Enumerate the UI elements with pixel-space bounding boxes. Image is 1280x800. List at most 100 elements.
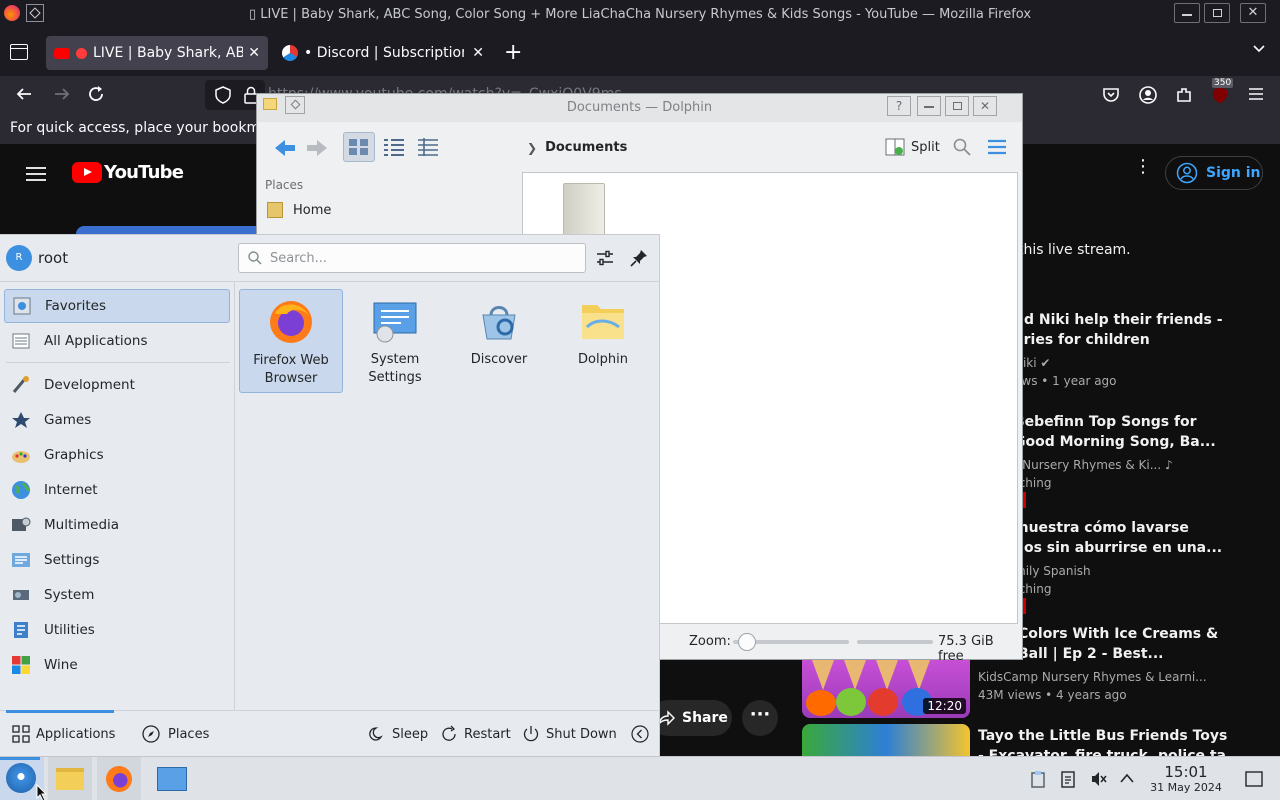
icons-view-button[interactable] [343, 132, 375, 162]
account-icon[interactable] [1139, 86, 1157, 104]
restart-button[interactable]: Restart [440, 725, 511, 743]
list-item[interactable]: muestra cómo lavarse nos sin aburrirse e… [1014, 518, 1222, 598]
forward-icon[interactable] [52, 84, 72, 104]
more-power-options-icon[interactable] [631, 725, 649, 743]
restore-button[interactable] [1204, 3, 1230, 23]
category-wine[interactable]: Wine [4, 648, 230, 682]
tracking-protection-icon[interactable] [215, 86, 231, 104]
more-actions-button[interactable]: ··· [742, 700, 778, 736]
close-window-button[interactable]: ✕ [1240, 3, 1266, 23]
places-item-home[interactable]: Home [267, 202, 331, 218]
youtube-menu-icon[interactable] [26, 166, 46, 182]
rec-channel: mily Spanish [1014, 564, 1091, 578]
category-system[interactable]: System [4, 578, 230, 612]
details-view-icon[interactable] [417, 138, 439, 156]
tab-applications[interactable]: Applications [12, 725, 115, 743]
rec-title: muestra cómo lavarse [1014, 520, 1189, 536]
zoom-slider-handle[interactable] [737, 633, 756, 651]
task-firefox[interactable] [97, 757, 141, 800]
category-label: Internet [44, 482, 98, 498]
dolphin-window-menu-icon[interactable] [285, 96, 305, 114]
favorite-firefox[interactable]: Firefox Web Browser [239, 289, 343, 393]
tab-places[interactable]: Places [142, 725, 209, 743]
list-item[interactable]: nd Niki help their friends - ories for c… [1014, 310, 1223, 390]
tab-discord[interactable]: • Discord | Subscriptions ✕ [274, 36, 492, 70]
minimize-button[interactable] [1174, 3, 1200, 23]
favorite-dolphin[interactable]: Dolphin [551, 289, 655, 393]
compact-view-icon[interactable] [383, 138, 405, 156]
favorite-system-settings[interactable]: System Settings [343, 289, 447, 393]
pocket-icon[interactable] [1102, 86, 1120, 104]
category-label: Games [44, 412, 92, 428]
new-tab-button[interactable]: + [504, 40, 522, 65]
category-multimedia[interactable]: Multimedia [4, 508, 230, 542]
dolphin-close-button[interactable]: ✕ [973, 96, 997, 116]
list-item[interactable]: Colors With Ice Creams & Ball | Ep 2 - B… [1018, 624, 1218, 664]
search-icon[interactable] [953, 138, 971, 156]
back-icon[interactable] [14, 84, 34, 104]
rec-meta-block: KidsCamp Nursery Rhymes & Learni... 43M … [978, 668, 1207, 704]
dolphin-maximize-button[interactable] [945, 96, 969, 116]
tab-label: • Discord | Subscriptions [304, 45, 464, 61]
sign-in-button[interactable]: Sign in [1165, 156, 1263, 190]
category-settings[interactable]: Settings [4, 543, 230, 577]
start-icon [6, 763, 36, 793]
compass-icon [142, 725, 160, 743]
category-games[interactable]: Games [4, 403, 230, 437]
clipboard-icon[interactable] [1030, 770, 1046, 788]
active-tab-indicator [6, 710, 114, 713]
list-item[interactable]: Bebefinn Top Songs for Good Morning Song… [1014, 412, 1216, 492]
show-desktop-icon[interactable] [1245, 770, 1263, 788]
close-tab-icon[interactable]: ✕ [248, 45, 260, 61]
close-tab-icon[interactable]: ✕ [472, 45, 484, 61]
category-development[interactable]: Development [4, 368, 230, 402]
task-dolphin[interactable] [48, 757, 92, 800]
firefox-view-icon[interactable] [10, 44, 28, 60]
clock[interactable]: 15:01 31 May 2024 [1140, 763, 1232, 794]
share-button[interactable]: Share [650, 700, 732, 736]
pin-icon[interactable] [630, 249, 648, 267]
shutdown-label: Shut Down [546, 726, 617, 742]
category-internet[interactable]: Internet [4, 473, 230, 507]
utilities-icon [10, 619, 32, 641]
hamburger-menu-icon[interactable] [987, 139, 1007, 155]
dolphin-forward-icon[interactable] [305, 138, 329, 158]
search-input[interactable]: Search... [238, 243, 586, 273]
category-graphics[interactable]: Graphics [4, 438, 230, 472]
video-thumbnail[interactable]: 12:20 [802, 660, 970, 718]
category-utilities[interactable]: Utilities [4, 613, 230, 647]
help-button[interactable]: ? [887, 96, 911, 116]
firefox-icon [267, 298, 315, 346]
category-label: All Applications [44, 333, 148, 349]
app-menu-icon[interactable] [1248, 86, 1264, 102]
ublock-extension-icon[interactable]: 350 [1210, 78, 1234, 105]
task-system-settings[interactable] [150, 757, 194, 800]
sleep-button[interactable]: Sleep [368, 725, 428, 743]
multimedia-icon [10, 514, 32, 536]
breadcrumb[interactable]: ❯ Documents [527, 140, 627, 155]
category-favorites[interactable]: Favorites [4, 289, 230, 323]
tab-youtube[interactable]: LIVE | Baby Shark, ABC ✕ [46, 36, 268, 70]
dolphin-back-icon[interactable] [273, 138, 297, 158]
configure-icon[interactable] [596, 249, 614, 267]
free-space-bar [857, 640, 933, 644]
chevron-up-icon[interactable] [1120, 772, 1134, 784]
volume-muted-icon[interactable] [1090, 770, 1108, 788]
dolphin-minimize-button[interactable] [917, 96, 941, 116]
avatar[interactable]: R [6, 245, 32, 271]
folder-icon[interactable] [563, 183, 605, 235]
favorite-discover[interactable]: Discover [447, 289, 551, 393]
category-all-applications[interactable]: All Applications [4, 324, 230, 358]
video-thumbnail[interactable] [802, 724, 970, 756]
user-circle-icon [1176, 162, 1198, 184]
notes-icon[interactable] [1060, 770, 1076, 788]
split-button[interactable]: Split [885, 138, 940, 156]
dolphin-icon [579, 297, 627, 345]
list-all-tabs-icon[interactable] [1252, 42, 1266, 56]
more-options-icon[interactable]: ⋮ [1134, 158, 1152, 176]
youtube-logo[interactable]: YouTube [72, 162, 184, 183]
reload-icon[interactable] [86, 84, 106, 104]
extensions-icon[interactable] [1175, 86, 1193, 104]
graphics-icon [10, 444, 32, 466]
shutdown-button[interactable]: Shut Down [522, 725, 617, 743]
